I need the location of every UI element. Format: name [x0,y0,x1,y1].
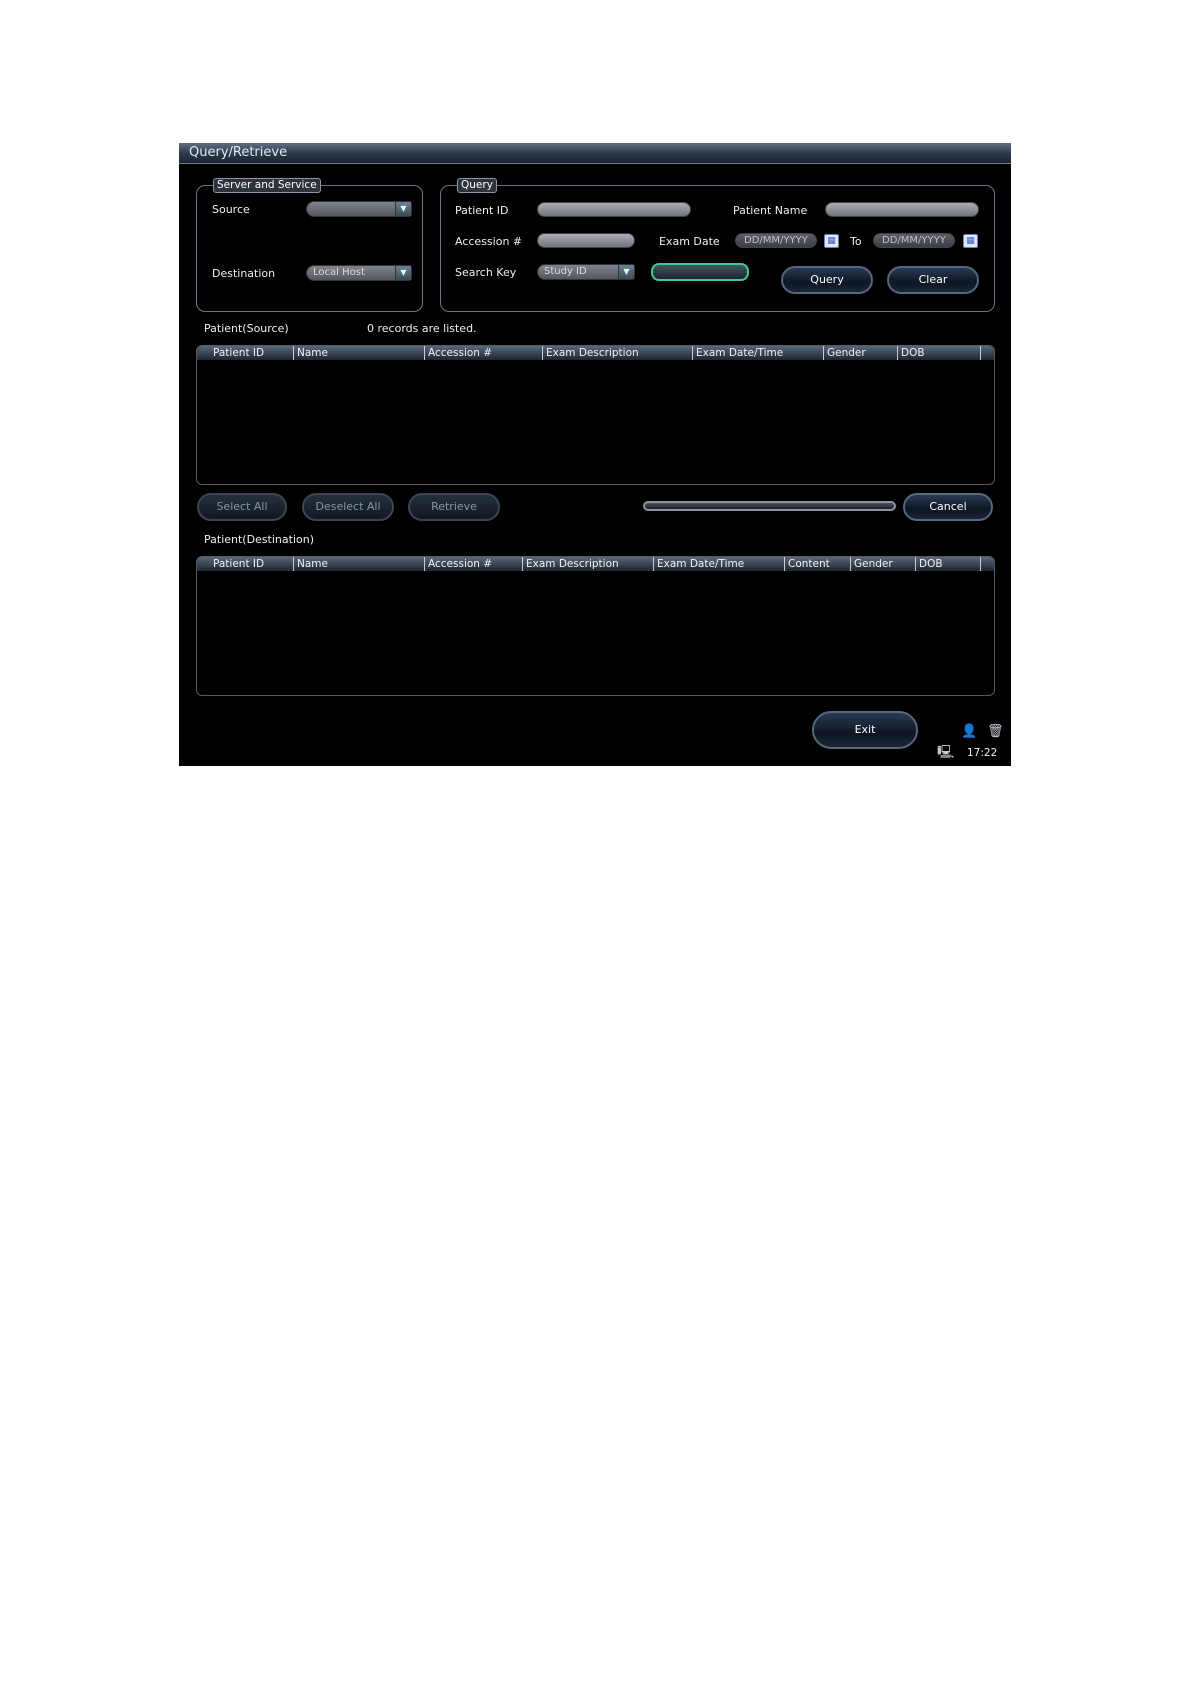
search-key-select[interactable]: Study ID ▼ [537,264,635,280]
cancel-button[interactable]: Cancel [903,493,993,521]
destination-label: Destination [212,267,276,280]
calendar-icon[interactable]: ▦ [963,234,978,248]
accession-input[interactable] [537,233,635,248]
chevron-down-icon[interactable]: ▼ [395,202,411,216]
patient-id-label: Patient ID [455,204,509,217]
query-retrieve-window: Query/Retrieve Server and Service Source… [179,143,1011,766]
search-key-value: Study ID [544,266,587,277]
destination-value: Local Host [313,267,365,278]
column-header[interactable]: Content [784,557,848,571]
column-header-end [980,557,992,571]
query-group: Query Patient ID Patient Name Accession … [440,178,995,312]
column-header[interactable]: Patient ID [210,346,293,360]
source-record-status: 0 records are listed. [367,322,477,335]
window-title: Query/Retrieve [189,145,288,160]
retrieve-progress-bar [643,501,896,511]
exit-button[interactable]: Exit [812,711,918,749]
column-header[interactable]: Name [293,346,424,360]
retrieve-button[interactable]: Retrieve [408,493,500,521]
source-select[interactable]: ▼ [306,201,412,217]
column-header[interactable]: Gender [850,557,914,571]
server-service-title: Server and Service [213,178,321,193]
query-button[interactable]: Query [781,266,873,294]
title-bar: Query/Retrieve [179,143,1011,164]
column-header[interactable]: Gender [823,346,895,360]
server-service-group: Server and Service Source ▼ Destination … [196,178,423,312]
exam-date-label: Exam Date [659,235,720,248]
select-all-button[interactable]: Select All [197,493,287,521]
destination-select[interactable]: Local Host ▼ [306,265,412,281]
source-patient-table[interactable]: Patient ID Name Accession # Exam Descrip… [196,345,995,485]
column-header[interactable]: Exam Date/Time [692,346,821,360]
to-label: To [850,235,862,248]
column-header[interactable]: Accession # [424,557,520,571]
query-group-title: Query [457,178,497,193]
monitor-icon[interactable]: 🖳 [937,746,954,760]
user-icon[interactable]: 👤 [961,725,977,739]
destination-list-title: Patient(Destination) [204,533,315,546]
column-header[interactable]: Accession # [424,346,540,360]
source-table-header: Patient ID Name Accession # Exam Descrip… [197,346,994,360]
column-header-end [980,346,992,360]
accession-label: Accession # [455,235,523,248]
destination-patient-table[interactable]: Patient ID Name Accession # Exam Descrip… [196,556,995,696]
clock-time: 17:22 [967,747,998,759]
column-header[interactable]: Name [293,557,424,571]
trash-icon[interactable]: 🗑 [987,725,1004,739]
calendar-icon[interactable]: ▦ [824,234,839,248]
column-header[interactable]: Patient ID [210,557,293,571]
search-value-input[interactable] [651,263,749,281]
exam-date-from-input[interactable]: DD/MM/YYYY [735,233,817,248]
chevron-down-icon[interactable]: ▼ [395,266,411,280]
chevron-down-icon[interactable]: ▼ [618,265,634,279]
search-key-label: Search Key [455,266,517,279]
column-header[interactable]: DOB [897,346,981,360]
clear-button[interactable]: Clear [887,266,979,294]
patient-id-input[interactable] [537,202,691,217]
column-header[interactable]: Exam Date/Time [653,557,782,571]
patient-name-input[interactable] [825,202,979,217]
deselect-all-button[interactable]: Deselect All [302,493,394,521]
patient-name-label: Patient Name [733,204,808,217]
column-header[interactable]: Exam Description [542,346,690,360]
column-header[interactable]: Exam Description [522,557,652,571]
source-list-title: Patient(Source) [204,322,289,335]
column-header[interactable]: DOB [915,557,977,571]
exam-date-to-input[interactable]: DD/MM/YYYY [873,233,955,248]
source-label: Source [212,203,250,216]
destination-table-header: Patient ID Name Accession # Exam Descrip… [197,557,994,571]
